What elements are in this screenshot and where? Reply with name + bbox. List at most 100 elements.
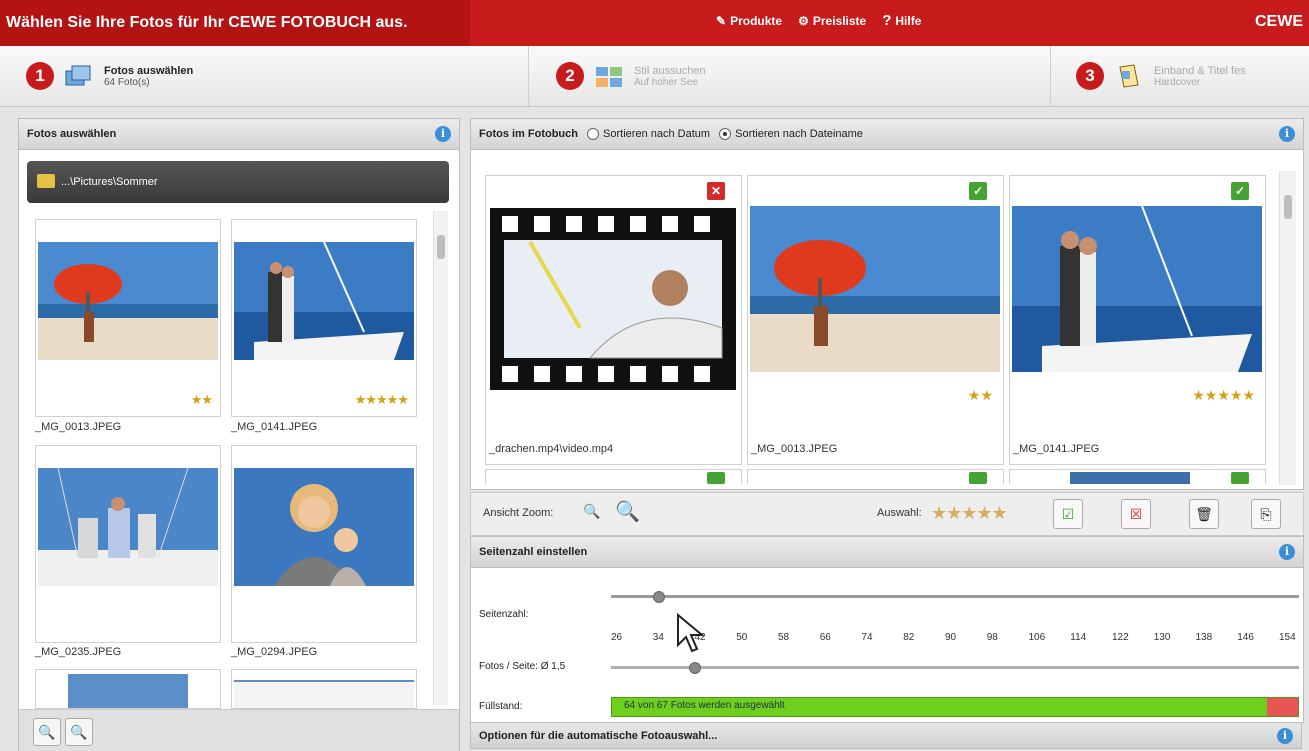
photos-per-page-label: Fotos / Seite: Ø 1,5	[479, 661, 566, 672]
zoom-out-icon[interactable]: 🔍	[583, 503, 600, 520]
sort-name-label: Sortieren nach Dateiname	[735, 128, 863, 140]
rating-stars: ★★	[967, 387, 993, 403]
step-number: 2	[556, 62, 584, 90]
menu-item-pricelist[interactable]: ⚙ Preisliste	[798, 12, 866, 29]
menu-item-label: Hilfe	[895, 13, 922, 28]
panel-header: Fotos im Fotobuch Sortieren nach Datum S…	[471, 119, 1303, 150]
menu-item-products[interactable]: ✎ Produkte	[716, 12, 782, 29]
photo-thumbnail-partial[interactable]	[1009, 469, 1266, 484]
sort-name-radio[interactable]	[719, 128, 732, 141]
step-2[interactable]: 2 Stil aussuchen Auf hoher See	[556, 46, 706, 106]
page-count-panel: Seitenzahl einstellen i Seitenzahl: 26 34…	[470, 536, 1304, 723]
options-title: Optionen für die automatische Fotoauswah…	[479, 730, 718, 742]
photo-thumbnail[interactable]	[231, 669, 417, 709]
photo-partial	[1070, 472, 1190, 484]
sort-date-label: Sortieren nach Datum	[603, 128, 711, 140]
step-number: 3	[1076, 62, 1104, 90]
include-button[interactable]: ☑	[1053, 499, 1083, 529]
page-count-tick: 138	[1195, 632, 1213, 643]
brand-logo: CEWE	[1255, 13, 1303, 30]
page-count-tick: 34	[652, 632, 664, 643]
included-icon[interactable]: ✓	[969, 182, 987, 200]
photo-filename: _drachen.mp4\video.mp4	[489, 443, 614, 455]
photo-thumbnail[interactable]	[35, 669, 221, 709]
rating-stars: ★★★★★	[1192, 387, 1255, 403]
scrollbar-thumb[interactable]	[1284, 195, 1292, 219]
info-icon[interactable]: i	[1277, 728, 1293, 744]
zoom-in-icon[interactable]: 🔍	[615, 499, 640, 524]
folder-path: ...\Pictures\Sommer	[61, 176, 158, 188]
page-count-tick: 130	[1153, 632, 1171, 643]
fill-level-bar: 64 von 67 Fotos werden ausgewählt	[611, 697, 1299, 717]
scrollbar-thumb[interactable]	[437, 235, 445, 259]
sort-date-radio[interactable]	[587, 128, 600, 141]
page-title: Wählen Sie Ihre Fotos für Ihr CEWE FOTOB…	[0, 0, 470, 46]
page-count-tick: 122	[1112, 632, 1129, 643]
video-filmstrip	[490, 208, 736, 390]
left-zoom-bar: 🔍 🔍	[19, 709, 459, 751]
exclude-button[interactable]: ☒	[1121, 499, 1151, 529]
photo-family-boat	[38, 468, 218, 586]
panel-title: Seitenzahl einstellen	[479, 546, 588, 558]
rating-filter-stars[interactable]: ★★★★★	[931, 503, 1008, 524]
scrollbar[interactable]	[433, 211, 448, 705]
step-1[interactable]: 1 Fotos auswählen 64 Foto(s)	[26, 46, 193, 106]
selection-label: Auswahl:	[877, 507, 922, 519]
photo-thumbnail[interactable]: ★★★★★	[231, 219, 417, 417]
page-count-tick: 146	[1237, 632, 1254, 643]
step-bar: 1 Fotos auswählen 64 Foto(s) 2 Stil auss…	[0, 46, 1309, 107]
product-icon: ✎	[716, 13, 727, 28]
photo-thumbnail[interactable]	[231, 445, 417, 643]
photo-beach-umbrella	[750, 206, 1000, 372]
auto-select-options-header[interactable]: Optionen für die automatische Fotoauswah…	[470, 722, 1302, 749]
photo-filename: _MG_0294.JPEG	[231, 646, 318, 658]
photos-icon	[65, 65, 91, 86]
photo-sailboat-couple	[234, 242, 414, 360]
photos-per-page-slider[interactable]	[611, 666, 1299, 669]
photo-thumbnail[interactable]: ✓ ★★	[747, 175, 1004, 465]
folder-selector[interactable]: ...\Pictures\Sommer	[27, 161, 449, 203]
zoom-in-button[interactable]: 🔍	[65, 718, 93, 746]
top-menu: ✎ Produkte ⚙ Preisliste ? Hilfe	[716, 12, 921, 29]
photos-per-page-knob[interactable]	[689, 662, 701, 674]
page-count-slider-knob[interactable]	[653, 591, 665, 603]
photo-thumbnail-partial[interactable]	[747, 469, 1004, 484]
info-icon[interactable]: i	[1279, 126, 1295, 142]
excluded-icon[interactable]: ✕	[707, 182, 725, 200]
page-count-slider[interactable]	[611, 595, 1299, 598]
cover-icon	[1119, 64, 1139, 88]
info-icon[interactable]: i	[435, 126, 451, 142]
step-title: Einband & Titel fes	[1154, 64, 1246, 77]
step-title: Stil aussuchen	[634, 64, 706, 77]
step-subtitle: Auf hoher See	[634, 76, 698, 88]
zoom-out-button[interactable]: 🔍	[33, 718, 61, 746]
photo-filename: _MG_0141.JPEG	[1013, 443, 1100, 455]
info-icon[interactable]: i	[1279, 544, 1295, 560]
photo-thumbnail[interactable]: ✕	[485, 175, 742, 465]
page-count-tick: 82	[903, 632, 915, 643]
included-icon	[969, 472, 987, 484]
included-icon[interactable]: ✓	[1231, 182, 1249, 200]
fill-level-label: Füllstand:	[479, 701, 523, 712]
top-bar: Wählen Sie Ihre Fotos für Ihr CEWE FOTOB…	[0, 0, 1309, 46]
menu-item-help[interactable]: ? Hilfe	[882, 12, 921, 29]
photo-thumbnail-partial[interactable]	[485, 469, 742, 484]
page-count-tick: 66	[819, 632, 831, 643]
page-count-tick: 50	[736, 632, 748, 643]
photo-thumbnail[interactable]: ★★	[35, 219, 221, 417]
photo-thumbnail[interactable]	[35, 445, 221, 643]
photo-filename: _MG_0013.JPEG	[751, 443, 838, 455]
delete-icon[interactable]: 🗑	[1189, 499, 1219, 529]
help-icon: ?	[882, 12, 892, 29]
photo-filename: _MG_0013.JPEG	[35, 421, 122, 433]
included-icon	[1231, 472, 1249, 484]
page-count-label: Seitenzahl:	[479, 609, 529, 620]
photo-thumbnail[interactable]: ✓ ★★★★★	[1009, 175, 1266, 465]
page-count-tick: 98	[986, 632, 998, 643]
photo-filename: _MG_0235.JPEG	[35, 646, 122, 658]
scrollbar[interactable]	[1279, 171, 1296, 485]
panel-header: Fotos auswählen i	[19, 119, 459, 150]
copy-icon[interactable]: ⎘	[1251, 499, 1281, 529]
step-3[interactable]: 3 Einband & Titel fes Hardcover	[1076, 46, 1246, 106]
fill-level-overflow	[1267, 698, 1298, 716]
